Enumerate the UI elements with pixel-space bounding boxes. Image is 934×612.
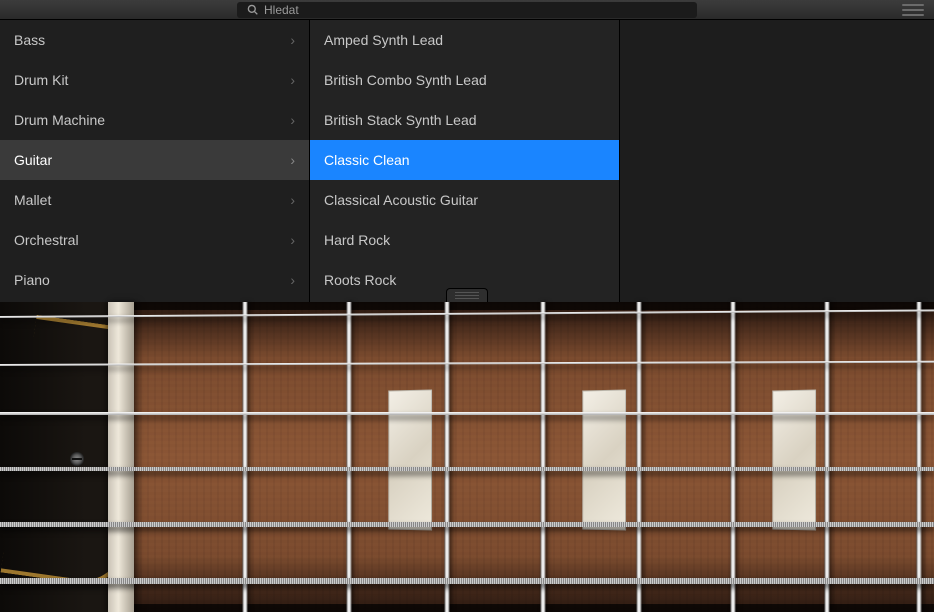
preset-label: Classic Clean	[324, 152, 410, 168]
preset-label: British Combo Synth Lead	[324, 72, 487, 88]
fret	[242, 302, 248, 612]
category-item[interactable]: Drum Machine ›	[0, 100, 309, 140]
preset-label: Roots Rock	[324, 272, 396, 288]
category-label: Piano	[14, 272, 50, 288]
preset-item[interactable]: Amped Synth Lead	[310, 20, 619, 60]
screw-icon	[70, 452, 84, 466]
preset-label: Amped Synth Lead	[324, 32, 443, 48]
category-column: Bass›Drum Kit›Drum Machine›Guitar›Mallet…	[0, 20, 310, 302]
chevron-right-icon: ›	[290, 233, 295, 247]
preset-item[interactable]: Classical Acoustic Guitar	[310, 180, 619, 220]
fret-marker	[388, 389, 432, 530]
preset-label: British Stack Synth Lead	[324, 112, 477, 128]
fret	[540, 302, 546, 612]
sound-browser: Bass›Drum Kit›Drum Machine›Guitar›Mallet…	[0, 20, 934, 302]
chevron-right-icon: ›	[290, 113, 295, 127]
chevron-right-icon: ›	[290, 273, 295, 287]
preset-column: Amped Synth Lead British Combo Synth Lead…	[310, 20, 620, 302]
search-input[interactable]: Hledat	[237, 2, 697, 18]
fret	[444, 302, 450, 612]
guitar-nut	[108, 302, 134, 612]
category-label: Mallet	[14, 192, 51, 208]
fret	[346, 302, 352, 612]
empty-column	[620, 20, 934, 302]
fret	[824, 302, 830, 612]
fret	[916, 302, 922, 612]
category-label: Orchestral	[14, 232, 79, 248]
category-label: Guitar	[14, 152, 52, 168]
fret-marker	[772, 389, 816, 530]
guitar-fretboard[interactable]	[0, 302, 934, 612]
top-toolbar: Hledat	[0, 0, 934, 20]
resize-handle-icon[interactable]	[446, 288, 488, 302]
chevron-right-icon: ›	[290, 33, 295, 47]
preset-item[interactable]: British Combo Synth Lead	[310, 60, 619, 100]
category-label: Bass	[14, 32, 45, 48]
category-item[interactable]: Piano ›	[0, 260, 309, 300]
search-placeholder: Hledat	[264, 3, 299, 17]
menu-icon[interactable]	[902, 4, 924, 16]
category-item[interactable]: Guitar ›	[0, 140, 309, 180]
preset-item[interactable]: Classic Clean	[310, 140, 619, 180]
fret	[730, 302, 736, 612]
category-item[interactable]: Orchestral ›	[0, 220, 309, 260]
preset-label: Classical Acoustic Guitar	[324, 192, 478, 208]
preset-item[interactable]: British Stack Synth Lead	[310, 100, 619, 140]
category-item[interactable]: Mallet ›	[0, 180, 309, 220]
category-label: Drum Machine	[14, 112, 105, 128]
guitar-headstock	[0, 302, 108, 612]
category-label: Drum Kit	[14, 72, 68, 88]
chevron-right-icon: ›	[290, 73, 295, 87]
fret-marker	[582, 389, 626, 530]
chevron-right-icon: ›	[290, 193, 295, 207]
category-item[interactable]: Drum Kit ›	[0, 60, 309, 100]
category-item[interactable]: Bass ›	[0, 20, 309, 60]
preset-item[interactable]: Hard Rock	[310, 220, 619, 260]
chevron-right-icon: ›	[290, 153, 295, 167]
preset-label: Hard Rock	[324, 232, 390, 248]
search-icon	[247, 4, 258, 15]
fret	[636, 302, 642, 612]
